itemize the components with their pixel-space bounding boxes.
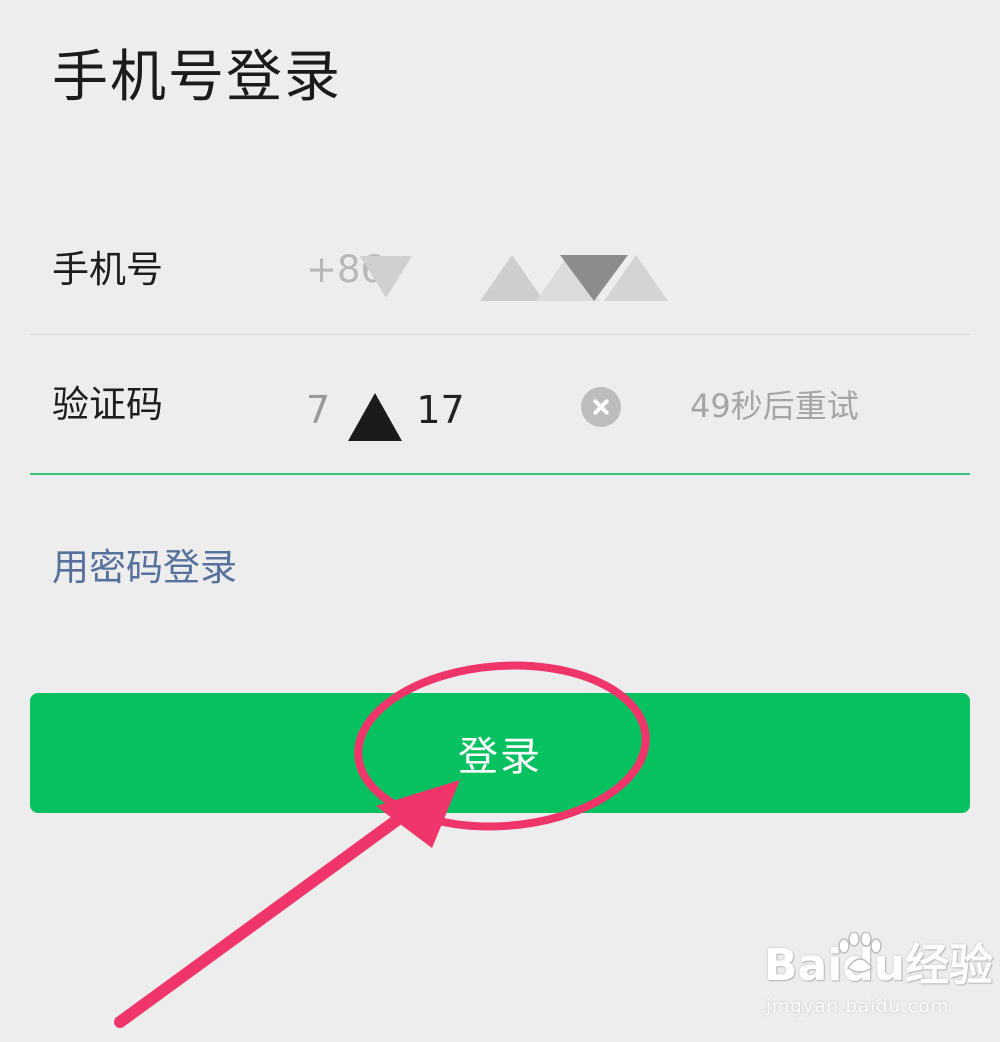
code-value-start: 7 (306, 388, 331, 432)
login-button[interactable]: 登录 (30, 693, 970, 813)
resend-countdown: 49秒后重试 (690, 387, 859, 425)
clear-icon[interactable] (581, 387, 621, 427)
redaction-mask (360, 256, 412, 298)
redaction-mask (604, 255, 668, 301)
arrow-pointer-icon (114, 806, 414, 1028)
password-login-link[interactable]: 用密码登录 (52, 543, 237, 593)
redaction-mask (348, 393, 402, 441)
annotation-layer (114, 661, 650, 1028)
phone-row[interactable]: 手机号 +86 (30, 200, 970, 335)
paw-icon (838, 932, 882, 973)
code-label: 验证码 (52, 383, 163, 426)
redaction-mask (480, 255, 544, 301)
page-title: 手机号登录 (52, 45, 342, 110)
watermark-url: jingyan.baidu.com (766, 996, 950, 1017)
code-row[interactable]: 验证码 7 17 49秒后重试 (30, 335, 970, 475)
watermark: Baidu经验 jingyan.baidu.com (764, 932, 993, 1024)
code-value-end: 17 (416, 388, 465, 432)
phone-label: 手机号 (52, 248, 163, 291)
